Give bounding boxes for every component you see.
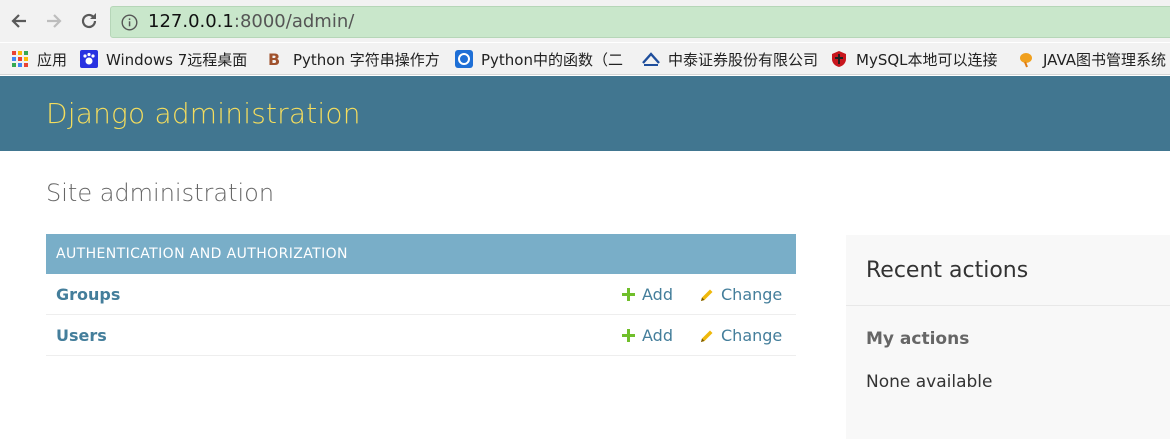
my-actions-heading: My actions [866,329,970,349]
apps-grid-icon [12,51,28,67]
users-link[interactable]: Users [56,326,107,345]
url-path: :8000/admin/ [233,11,355,32]
bookmark-mysql[interactable]: MySQL本地可以连接 [830,49,998,69]
groups-change-link[interactable]: Change [700,285,782,304]
add-label: Add [642,326,673,345]
bookmark-zhongtai[interactable]: 中泰证券股份有限公司 [642,49,818,69]
browser-toolbar: 127.0.0.1:8000/admin/ [0,0,1170,42]
recent-actions-panel: Recent actions My actions None available [846,235,1170,439]
module-caption[interactable]: AUTHENTICATION AND AUTHORIZATION [46,234,796,274]
info-icon[interactable] [121,14,138,31]
bookmark-java[interactable]: JAVA图书管理系统 [1017,49,1166,69]
groups-add-link[interactable]: Add [622,285,673,304]
users-add-link[interactable]: Add [622,326,673,345]
site-name-link[interactable]: Django administration [46,98,361,130]
empty-actions-text: None available [866,372,993,392]
b-logo-icon: B [268,50,280,68]
bookmark-label: Windows 7远程桌面 [106,50,248,69]
baidu-paw-icon [80,50,98,68]
bookmark-label: Python中的函数（二 [481,50,623,69]
leaf-logo-icon [1020,53,1032,68]
reload-icon[interactable] [76,8,102,34]
back-arrow-icon[interactable] [6,8,32,34]
url-text: 127.0.0.1:8000/admin/ [148,12,354,32]
bookmark-windows7[interactable]: Windows 7远程桌面 [80,49,247,69]
change-label: Change [721,285,783,304]
url-host: 127.0.0.1 [148,11,234,32]
shield-logo-icon [832,51,846,67]
table-row: Groups Add Change [46,274,796,315]
svg-text:B: B [268,50,280,68]
pencil-icon [701,289,713,301]
change-label: Change [721,326,783,345]
bookmark-label: JAVA图书管理系统 [1043,50,1167,69]
ring-logo-icon [455,50,473,68]
bookmark-python-string[interactable]: B Python 字符串操作方 [267,49,440,69]
add-label: Add [642,285,673,304]
bookmark-label: Python 字符串操作方 [293,50,440,69]
bookmarks-bar: 应用 Windows 7远程桌面 B Python 字符串操作方 Python中… [0,43,1170,75]
plus-icon [622,329,635,342]
zt-logo-icon [642,52,660,66]
admin-header: Django administration [0,76,1170,151]
users-change-link[interactable]: Change [700,326,782,345]
address-bar[interactable]: 127.0.0.1:8000/admin/ [110,6,1170,38]
forward-arrow-icon[interactable] [41,8,67,34]
recent-actions-title: Recent actions [866,258,1029,283]
table-row: Users Add Change [46,315,796,356]
plus-icon [622,288,635,301]
pencil-icon [701,330,713,342]
bookmark-label: 应用 [37,50,68,69]
bookmark-apps[interactable]: 应用 [11,49,67,69]
divider [846,305,1170,306]
bookmark-label: MySQL本地可以连接 [856,50,998,69]
page-title: Site administration [46,179,275,207]
groups-link[interactable]: Groups [56,285,120,304]
bookmark-label: 中泰证券股份有限公司 [668,50,819,69]
auth-module: AUTHENTICATION AND AUTHORIZATION Groups … [46,234,796,356]
bookmark-python-func[interactable]: Python中的函数（二 [455,49,623,69]
